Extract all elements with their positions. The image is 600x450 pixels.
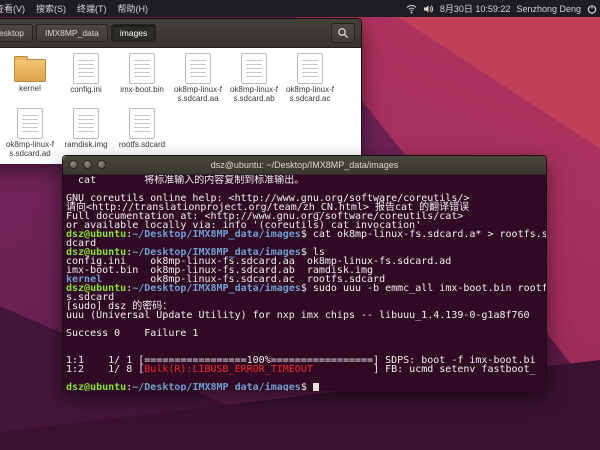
power-icon[interactable] <box>587 4 597 14</box>
breadcrumb: DesktopIMX8MP_dataimages <box>0 24 156 42</box>
file-label: kernel <box>19 85 41 94</box>
terminal-line: dsz@ubuntu:~/Desktop/IMX8MP_data/images$… <box>66 284 543 293</box>
file-label: imx-boot.bin <box>120 86 164 95</box>
file-item-rootfs.sdcard[interactable]: rootfs.sdcard <box>114 106 170 161</box>
menu-item-0[interactable]: 查看(V) <box>0 2 25 15</box>
terminal-line: uuu (Universal Update Utility) for nxp i… <box>66 311 543 320</box>
file-manager-window: DesktopIMX8MP_dataimages kernel config.in… <box>0 18 362 162</box>
terminal-line <box>66 338 543 347</box>
file-icon <box>129 53 155 84</box>
terminal-title: dsz@ubuntu: ~/Desktop/IMX8MP_data/images <box>211 160 398 170</box>
file-grid: kernel config.ini imx-boot.bin ok8mp-linux-… <box>0 48 361 164</box>
folder-icon <box>14 59 46 82</box>
volume-icon[interactable] <box>423 4 434 14</box>
file-icon <box>241 53 267 84</box>
breadcrumb-desktop[interactable]: Desktop <box>0 24 33 42</box>
file-icon <box>73 108 99 139</box>
close-button[interactable] <box>69 160 78 169</box>
breadcrumb-images[interactable]: images <box>111 24 156 42</box>
file-item-config.ini[interactable]: config.ini <box>58 51 114 106</box>
terminal-cursor <box>313 383 319 391</box>
file-item-ok8mp-linux-fs.sdcard.ad[interactable]: ok8mp-linux-fs.sdcard.ad <box>2 106 58 161</box>
menu-item-3[interactable]: 帮助(H) <box>118 2 149 15</box>
file-item-ok8mp-linux-fs.sdcard.aa[interactable]: ok8mp-linux-fs.sdcard.aa <box>170 51 226 106</box>
file-item-kernel[interactable]: kernel <box>2 51 58 106</box>
breadcrumb-imx8mp_data[interactable]: IMX8MP_data <box>36 24 108 42</box>
search-icon <box>337 27 349 39</box>
terminal-line: cat 将标准输入的内容复制到标准输出。 <box>66 176 543 185</box>
file-label: rootfs.sdcard <box>119 141 165 150</box>
clock[interactable]: 8月30日 10:59:22 <box>440 2 511 15</box>
session-username[interactable]: Senzhong Deng <box>516 4 581 14</box>
indicator-area: 8月30日 10:59:22 Senzhong Deng <box>406 2 600 15</box>
minimize-button[interactable] <box>83 160 92 169</box>
network-icon[interactable] <box>406 4 417 14</box>
file-item-ramdisk.img[interactable]: ramdisk.img <box>58 106 114 161</box>
terminal-window: dsz@ubuntu: ~/Desktop/IMX8MP_data/images… <box>62 155 547 391</box>
file-icon <box>73 53 99 84</box>
desktop: DesktopIMX8MP_dataimages kernel config.in… <box>0 0 600 450</box>
terminal-line: dsz@ubuntu:~/Desktop/IMX8MP_data/images$… <box>66 230 543 239</box>
top-panel: 查看(V) 搜索(S) 终端(T) 帮助(H) 8月30日 10:59:22 Senz… <box>0 0 600 17</box>
terminal-line: dsz@ubuntu:~/Desktop/IMX8MP_data/images$ <box>66 383 543 391</box>
file-icon <box>185 53 211 84</box>
file-item-ok8mp-linux-fs.sdcard.ab[interactable]: ok8mp-linux-fs.sdcard.ab <box>226 51 282 106</box>
menu-item-1[interactable]: 搜索(S) <box>36 2 66 15</box>
file-manager-toolbar[interactable]: DesktopIMX8MP_dataimages <box>0 19 361 48</box>
file-label: ok8mp-linux-fs.sdcard.aa <box>171 86 225 103</box>
file-item-imx-boot.bin[interactable]: imx-boot.bin <box>114 51 170 106</box>
file-label: config.ini <box>70 86 102 95</box>
file-icon <box>17 108 43 139</box>
file-item-ok8mp-linux-fs.sdcard.ac[interactable]: ok8mp-linux-fs.sdcard.ac <box>282 51 338 106</box>
file-label: ok8mp-linux-fs.sdcard.ad <box>3 141 57 158</box>
maximize-button[interactable] <box>97 160 106 169</box>
file-label: ok8mp-linux-fs.sdcard.ab <box>227 86 281 103</box>
file-icon <box>297 53 323 84</box>
search-button[interactable] <box>331 23 355 43</box>
menu-item-2[interactable]: 终端(T) <box>77 2 107 15</box>
terminal-titlebar[interactable]: dsz@ubuntu: ~/Desktop/IMX8MP_data/images <box>63 156 546 175</box>
file-label: ok8mp-linux-fs.sdcard.ac <box>283 86 337 103</box>
file-label: ramdisk.img <box>64 141 107 150</box>
terminal-line: Success 0 Failure 1 <box>66 329 543 338</box>
terminal-line: 1:2 1/ 8 [Bulk(R):LIBUSB_ERROR_TIMEOUT ]… <box>66 365 543 374</box>
global-menu: 查看(V) 搜索(S) 终端(T) 帮助(H) <box>0 2 148 15</box>
file-icon <box>129 108 155 139</box>
terminal-body[interactable]: cat 将标准输入的内容复制到标准输出。GNU coreutils online… <box>63 175 546 391</box>
window-controls <box>69 160 106 169</box>
